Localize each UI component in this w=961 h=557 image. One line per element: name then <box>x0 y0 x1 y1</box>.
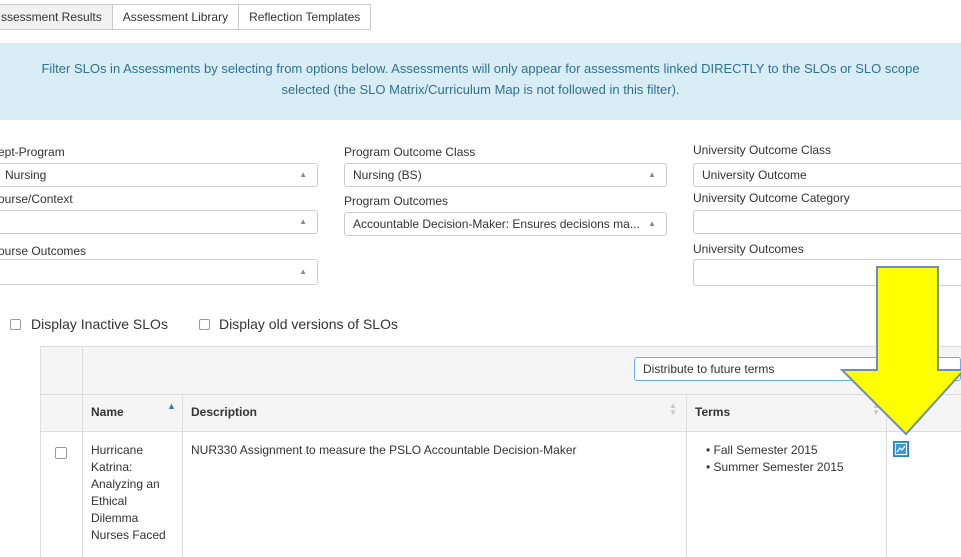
slo-terms: • Fall Semester 2015 • Summer Semester 2… <box>706 442 844 476</box>
old-versions-checkbox[interactable] <box>199 319 210 330</box>
course-outcomes-label: ourse Outcomes <box>0 244 87 258</box>
tab-bar: ssessment Results Assessment Library Ref… <box>0 4 372 30</box>
column-header-description[interactable]: Description <box>191 405 257 419</box>
term-item: • Fall Semester 2015 <box>706 443 818 457</box>
row-select-checkbox[interactable] <box>55 447 67 459</box>
banner-line-1: Filter SLOs in Assessments by selecting … <box>41 61 920 76</box>
slo-name-line: Katrina: <box>91 460 133 474</box>
dept-program-select[interactable]: Nursing ▲ <box>0 163 318 187</box>
program-outcome-class-value: Nursing (BS) <box>353 168 422 182</box>
slo-name: Hurricane Katrina: Analyzing an Ethical … <box>91 442 179 544</box>
slo-name-line: Hurricane <box>91 443 144 457</box>
tab-assessment-library[interactable]: Assessment Library <box>111 4 240 30</box>
slo-description: NUR330 Assignment to measure the PSLO Ac… <box>191 443 577 457</box>
tab-reflection-templates[interactable]: Reflection Templates <box>238 4 372 30</box>
banner-line-2: selected (the SLO Matrix/Curriculum Map … <box>281 82 680 97</box>
term-text: Fall Semester 2015 <box>713 443 818 457</box>
university-outcome-category-label: University Outcome Category <box>693 191 850 205</box>
course-outcomes-select[interactable]: ▲ <box>0 259 318 285</box>
column-divider <box>82 346 83 557</box>
program-outcomes-label: Program Outcomes <box>344 194 449 208</box>
university-outcome-class-label: University Outcome Class <box>693 143 832 157</box>
university-outcomes-label: University Outcomes <box>693 242 804 256</box>
chart-button[interactable] <box>893 441 909 457</box>
distribute-future-terms-label: Distribute to future terms <box>643 362 775 376</box>
university-outcome-class-select[interactable]: University Outcome <box>693 163 961 187</box>
column-divider <box>686 394 687 557</box>
program-outcomes-value: Accountable Decision-Maker: Ensures deci… <box>353 217 640 231</box>
chevron-up-icon: ▲ <box>648 170 656 179</box>
slo-name-line: Nurses Faced <box>91 528 166 542</box>
tab-assessment-results[interactable]: ssessment Results <box>0 4 113 30</box>
column-header-name[interactable]: Name <box>91 405 124 419</box>
old-versions-label: Display old versions of SLOs <box>219 316 398 332</box>
table-header <box>40 394 961 432</box>
sort-icon[interactable]: ▲ ▼ <box>669 402 677 417</box>
course-context-select[interactable]: ▲ <box>0 210 318 234</box>
sort-ascending-icon[interactable]: ▲ <box>167 401 176 411</box>
course-context-label: ourse/Context <box>0 192 73 206</box>
dept-program-label: ept-Program <box>0 145 65 159</box>
program-outcomes-select[interactable]: Accountable Decision-Maker: Ensures deci… <box>344 212 667 236</box>
slo-name-line: Ethical <box>91 494 128 508</box>
annotation-arrow-icon <box>840 266 961 436</box>
line-chart-icon <box>895 443 907 455</box>
chevron-up-icon: ▲ <box>299 170 307 179</box>
slo-name-line: Dilemma <box>91 511 139 525</box>
chevron-up-icon: ▲ <box>648 219 656 228</box>
term-item: • Summer Semester 2015 <box>706 460 844 474</box>
term-text: Summer Semester 2015 <box>713 460 844 474</box>
program-outcome-class-label: Program Outcome Class <box>344 145 476 159</box>
chevron-up-icon: ▲ <box>299 267 307 276</box>
column-header-terms[interactable]: Terms <box>695 405 730 419</box>
inactive-slos-checkbox[interactable] <box>10 319 21 330</box>
program-outcome-class-select[interactable]: Nursing (BS) ▲ <box>344 163 667 187</box>
column-divider <box>182 394 183 557</box>
university-outcome-category-select[interactable] <box>693 210 961 234</box>
university-outcome-class-value: University Outcome <box>702 168 807 182</box>
slo-name-line: Analyzing an <box>91 477 160 491</box>
info-banner: Filter SLOs in Assessments by selecting … <box>0 43 961 120</box>
dept-program-value: Nursing <box>5 168 47 182</box>
chevron-up-icon: ▲ <box>299 217 307 226</box>
inactive-slos-label: Display Inactive SLOs <box>31 316 168 332</box>
table-border-left <box>40 346 41 557</box>
